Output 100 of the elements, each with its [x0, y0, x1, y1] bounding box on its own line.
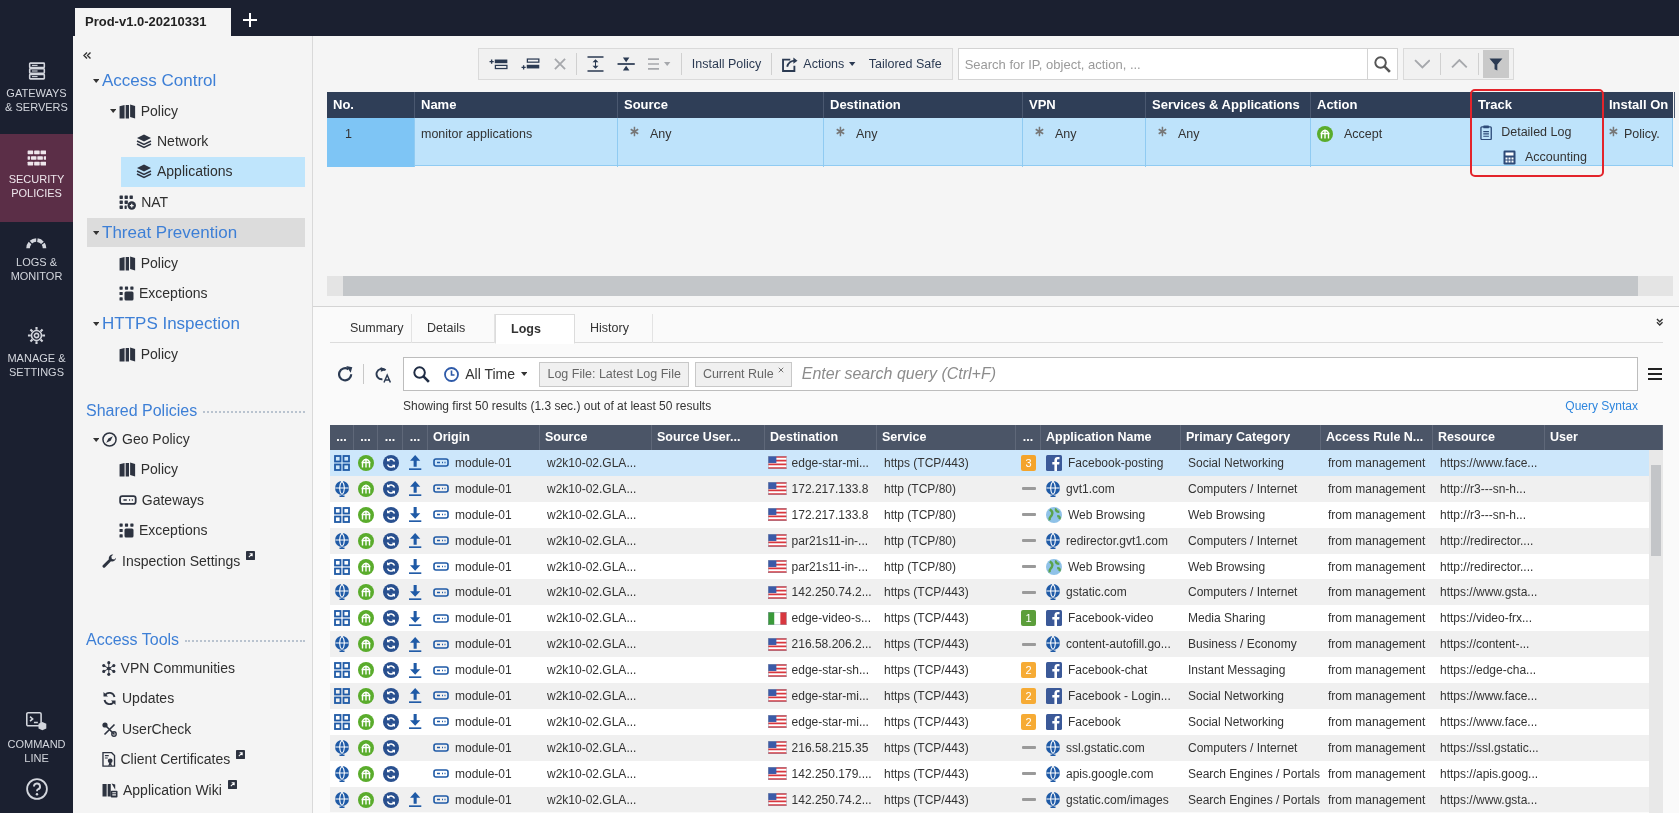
tree-item[interactable]: NAT	[104, 187, 305, 217]
sync-icon	[382, 662, 399, 679]
double-chevron-down-icon[interactable]	[1655, 318, 1663, 326]
category-item[interactable]: HTTPS Inspection	[87, 309, 305, 339]
origin-name: module-01	[455, 506, 512, 524]
rail-item[interactable]: SECURITY POLICIES	[0, 134, 73, 222]
rule-name: from management	[1328, 713, 1426, 731]
tree-item[interactable]: UserCheck	[87, 714, 305, 745]
search-button[interactable]	[1367, 48, 1398, 80]
toolbar-button[interactable]: Install Policy	[685, 50, 768, 78]
log-row[interactable]: module-01 w2k10-02.GLA... 172.217.133.8 http (TCP/80) gvt1.com Computers / Internet from management http://r3---sn-h...	[330, 475, 1649, 502]
source-host: w2k10-02.GLA...	[547, 558, 637, 576]
log-row[interactable]: module-01 w2k10-02.GLA... 172.217.133.8 http (TCP/80) Web Browsing Web Browsing from management http://r3---sn-h...	[330, 501, 1649, 528]
plus-icon[interactable]	[243, 13, 257, 27]
query-bar[interactable]: All Time Log File: Latest Log File Current Rule Enter search query (Ctrl+F)	[403, 357, 1639, 391]
tree-item[interactable]: Policy	[104, 96, 305, 126]
scrollbar-thumb[interactable]	[1651, 465, 1661, 556]
tab[interactable]: Logs	[495, 314, 575, 344]
tree-item[interactable]: Policy	[104, 455, 305, 485]
destination-host: 142.250.179....	[791, 765, 872, 783]
tree-item[interactable]: Updates	[87, 684, 305, 714]
filter-chip[interactable]: Current Rule	[694, 361, 792, 387]
flag-icon	[768, 560, 787, 573]
globe-pin-icon	[335, 765, 349, 782]
globe-pin-icon	[1046, 584, 1060, 601]
certificate-icon	[102, 752, 116, 768]
tree-item[interactable]: Network	[121, 126, 305, 157]
destination-host: 216.58.215.35	[791, 739, 869, 757]
log-row[interactable]: module-01 w2k10-02.GLA... par21s11-in-... http (TCP/80) redirector.gvt1.com Computers / Internet from management http://redirector....	[330, 527, 1649, 554]
rule-name: from management	[1328, 765, 1426, 783]
tree-item[interactable]: Application Wiki	[87, 775, 305, 805]
log-row[interactable]: module-01 w2k10-02.GLA... 216.58.206.2... https (TCP/443) content-autofill.go... Business / Economy from management https://content-...	[330, 631, 1649, 658]
tab[interactable]: Summary	[335, 314, 412, 343]
menu-icon[interactable]	[1648, 368, 1663, 380]
log-row[interactable]: module-01 w2k10-02.GLA... 216.58.215.35 https (TCP/443) ssl.gstatic.com Computers / Internet from management https://ssl.gstatic...	[330, 734, 1649, 761]
tree-item[interactable]: Applications	[121, 157, 305, 187]
tree-item[interactable]: VPN Communities	[87, 653, 305, 684]
log-row[interactable]: module-01 w2k10-02.GLA... edge-star-mi... https (TCP/443) 3 Facebook-posting Social Networking from management https://www.face...	[330, 450, 1649, 476]
log-row[interactable]: module-01 w2k10-02.GLA... 142.250.74.2... https (TCP/443) gstatic.com Computers / Internet from management https://www.gsta...	[330, 579, 1649, 606]
log-row[interactable]: module-01 w2k10-02.GLA... edge-star-mi... https (TCP/443) 2 Facebook - Login... Social Networking from management https://www.face...	[330, 683, 1649, 709]
destination-host: par21s11-in-...	[791, 558, 869, 576]
search-field[interactable]: Search for IP, object, action, ...	[957, 48, 1368, 80]
log-row[interactable]: module-01 w2k10-02.GLA... edge-star-mi... https (TCP/443) 2 Facebook Social Networking from management https://www.face...	[330, 708, 1649, 735]
rail-item[interactable]: LOGS & MONITOR	[0, 222, 73, 310]
log-row[interactable]: module-01 w2k10-02.GLA... par21s11-in-... http (TCP/80) Web Browsing Web Browsing from management http://redirector....	[330, 553, 1649, 580]
earth-icon	[1046, 558, 1062, 575]
external-link-icon[interactable]	[227, 780, 237, 790]
origin-name: module-01	[455, 791, 512, 809]
rail-item[interactable]: MANAGE & SETTINGS	[0, 310, 73, 398]
tree-item[interactable]: Policy	[104, 339, 305, 369]
caret-icon[interactable]	[93, 321, 100, 326]
tab[interactable]: History	[575, 314, 653, 343]
caret-icon[interactable]	[93, 78, 100, 83]
rule-name: from management	[1328, 610, 1426, 628]
source-host: w2k10-02.GLA...	[547, 636, 637, 654]
tree-item[interactable]: Client Certificates	[87, 745, 305, 775]
vertical-scrollbar[interactable]	[1649, 450, 1663, 813]
filter-button[interactable]	[1483, 50, 1510, 78]
refresh-letter-icon[interactable]	[375, 365, 392, 383]
log-row[interactable]: module-01 w2k10-02.GLA... 142.250.74.2... https (TCP/443) gstatic.com/images Search Engines / Portals from management https://www.gsta...	[330, 786, 1649, 813]
document-tab[interactable]: Prod-v1.0-20210331	[75, 8, 231, 36]
double-chevron-icon[interactable]	[83, 52, 92, 60]
service-name: https (TCP/443)	[884, 765, 969, 783]
category-name: Media Sharing	[1188, 610, 1266, 628]
close-icon[interactable]	[777, 366, 784, 373]
accept-icon	[358, 791, 374, 808]
rail-item[interactable]: GATEWAYS & SERVERS	[0, 46, 73, 134]
tree-item[interactable]: Gateways	[104, 485, 305, 516]
rule-row[interactable]: 1 monitor applications Any Any Any Any Accept Detailed Log Accounting Policy.	[327, 118, 1673, 166]
log-row[interactable]: module-01 w2k10-02.GLA... 142.250.179.... https (TCP/443) apis.google.com Search Engines / Portals from management https://apis.goog...	[330, 760, 1649, 787]
rail-item[interactable]: COMMAND LINE	[0, 696, 73, 766]
time-filter-dropdown[interactable]: All Time	[440, 363, 532, 385]
source-host: w2k10-02.GLA...	[547, 532, 637, 550]
tree-item[interactable]: Exceptions	[104, 278, 305, 309]
tree-item[interactable]: Geo Policy	[87, 424, 305, 455]
filter-chip[interactable]: Log File: Latest Log File	[539, 361, 689, 387]
flag-icon	[768, 663, 787, 677]
refresh-icon[interactable]	[338, 366, 354, 382]
external-link-icon[interactable]	[236, 750, 246, 760]
cell-text: Any	[855, 126, 878, 143]
caret-icon[interactable]	[93, 437, 100, 442]
category-item[interactable]: Access Control	[87, 66, 305, 96]
globe-pin-icon	[335, 584, 349, 601]
category-name: Business / Economy	[1188, 636, 1297, 654]
source-host: w2k10-02.GLA...	[547, 687, 637, 705]
external-link-icon[interactable]	[246, 551, 256, 561]
query-syntax-link[interactable]: Query Syntax	[1565, 397, 1638, 415]
caret-icon[interactable]	[110, 109, 117, 114]
actions-menu-button[interactable]: Actions	[776, 50, 862, 78]
log-row[interactable]: module-01 w2k10-02.GLA... edge-star-sh... https (TCP/443) 2 Facebook-chat Instant Messaging from management https://edge-cha...	[330, 657, 1649, 683]
tree-item[interactable]: Inspection Settings	[87, 546, 305, 576]
tree-item[interactable]: Exceptions	[104, 516, 305, 546]
risk-score: 3	[1021, 454, 1036, 471]
tree-item[interactable]: Policy	[104, 248, 305, 278]
toolbar-button[interactable]: Tailored Safe	[862, 50, 948, 78]
dash-icon	[1021, 565, 1036, 568]
query-input[interactable]: Enter search query (Ctrl+F)	[797, 362, 1632, 386]
log-row[interactable]: module-01 w2k10-02.GLA... edge-video-s... https (TCP/443) 1 Facebook-video Media Sharing from management https://video-frx...	[330, 605, 1649, 632]
search-icon[interactable]	[413, 365, 431, 383]
caret-icon[interactable]	[93, 230, 100, 235]
